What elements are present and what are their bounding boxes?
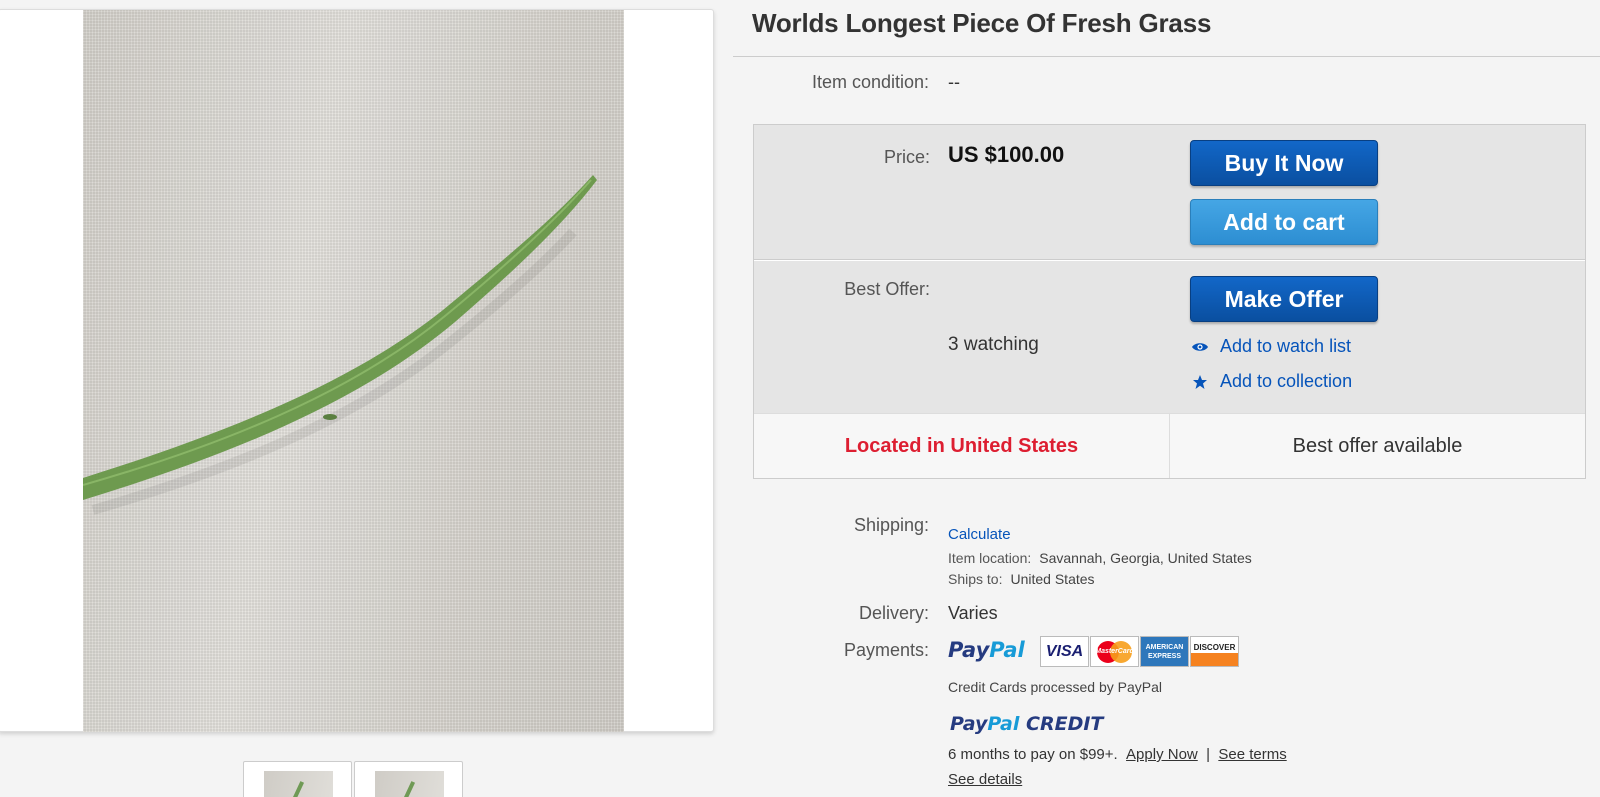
best-offer-badge: Best offer available (1292, 434, 1463, 457)
divider (733, 56, 1600, 57)
add-to-cart-button[interactable]: Add to cart (1190, 199, 1378, 245)
discover-card-icon: DISCOVER (1190, 636, 1239, 667)
watch-list-label: Add to watch list (1220, 336, 1352, 356)
calculate-shipping-link[interactable]: Calculate (948, 526, 1011, 543)
item-title: Worlds Longest Piece Of Fresh Grass (752, 8, 1212, 38)
buy-it-now-button[interactable]: Buy It Now (1190, 140, 1378, 186)
see-details-link-wrap: See details (948, 771, 1022, 788)
buy-box: Price: US $100.00 Buy It Now Add to cart… (753, 124, 1586, 479)
collection-label: Add to collection (1220, 371, 1353, 391)
visa-card-icon: VISA (1040, 636, 1089, 667)
item-location-value: Savannah, Georgia, United States (1039, 550, 1252, 566)
price-label: Price: (883, 147, 930, 167)
grass-blade-image (83, 175, 597, 515)
add-to-watch-list-link[interactable]: Add to watch list (1190, 336, 1351, 357)
see-details-link[interactable]: See details (948, 771, 1022, 788)
thumbnail[interactable] (354, 761, 463, 797)
condition-label: Item condition: (811, 72, 929, 92)
ships-to-row: Ships to: United States (948, 571, 1095, 587)
accepted-cards: VISA MasterCard AMERICAN EXPRESS DISCOVE… (1040, 636, 1240, 667)
credit-offer-text: 6 months to pay on $99+. (948, 746, 1118, 763)
thumbnail[interactable] (243, 761, 352, 797)
paypal-credit-logo: PayPal CREDIT (950, 713, 1104, 735)
amex-card-icon: AMERICAN EXPRESS (1140, 636, 1189, 667)
see-terms-link[interactable]: See terms (1218, 746, 1286, 763)
star-icon (1190, 374, 1210, 390)
best-offer-label: Best Offer: (844, 279, 930, 299)
link-separator: | (1206, 746, 1210, 763)
apply-now-link[interactable]: Apply Now (1126, 746, 1198, 763)
ships-to-value: United States (1010, 571, 1095, 587)
divider (754, 259, 1585, 261)
add-to-collection-link[interactable]: Add to collection (1190, 371, 1352, 392)
shipping-label: Shipping: (853, 515, 929, 535)
mastercard-icon: MasterCard (1090, 636, 1139, 667)
make-offer-button[interactable]: Make Offer (1190, 276, 1378, 322)
item-location-row: Item location: Savannah, Georgia, United … (948, 550, 1252, 566)
thumbnail-image (375, 771, 444, 797)
delivery-value: Varies (948, 603, 998, 623)
payment-note: Credit Cards processed by PayPal (948, 679, 1162, 695)
paypal-credit-offer: 6 months to pay on $99+. Apply Now | See… (948, 746, 1287, 763)
product-photo[interactable] (83, 10, 624, 732)
item-location-badge: Located in United States (754, 414, 1170, 478)
main-image-panel[interactable] (0, 9, 714, 732)
condition-value: -- (948, 72, 960, 92)
price-value: US $100.00 (948, 142, 1065, 167)
watchers-count: 3 watching (948, 334, 1039, 355)
payments-label: Payments: (843, 640, 929, 660)
ships-to-key: Ships to: (948, 571, 1003, 587)
delivery-label: Delivery: (858, 603, 929, 623)
eye-icon (1190, 341, 1210, 353)
info-strip: Located in United States Best offer avai… (754, 413, 1585, 478)
paypal-logo: PayPal (948, 638, 1025, 662)
thumbnail-strip (243, 761, 465, 797)
thumbnail-image (264, 771, 333, 797)
item-location-key: Item location: (948, 550, 1032, 566)
